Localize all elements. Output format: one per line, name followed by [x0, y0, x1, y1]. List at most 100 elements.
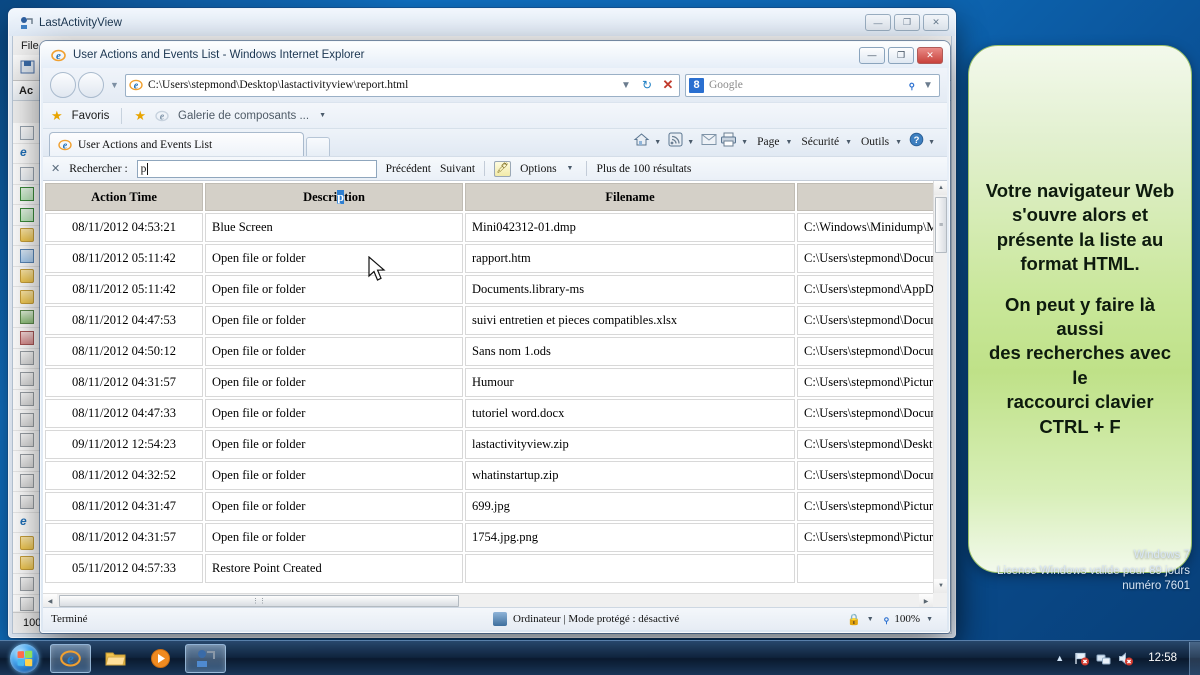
find-options-button[interactable]: Options	[520, 163, 556, 175]
action-center-flag-warning-icon[interactable]	[1074, 651, 1089, 666]
cell-action-time: 08/11/2012 04:31:57	[45, 523, 203, 552]
lastactivityview-titlebar[interactable]: LastActivityView — ❐ ✕	[9, 9, 955, 36]
horizontal-scrollbar[interactable]: ◀ ⋮⋮ ▶	[43, 593, 933, 607]
google-provider-icon: 8	[689, 78, 704, 93]
mail-icon[interactable]	[701, 133, 717, 151]
printer-icon[interactable]	[720, 132, 737, 152]
table-row[interactable]: 08/11/2012 04:32:52Open file or folderwh…	[45, 461, 933, 490]
cell-filename: Documents.library-ms	[465, 275, 795, 304]
table-row[interactable]: 08/11/2012 04:53:21Blue ScreenMini042312…	[45, 213, 933, 242]
search-icon[interactable]: ⌕	[903, 77, 919, 93]
gallery-chevron-down-icon[interactable]: ▼	[318, 112, 330, 119]
security-zone[interactable]: Ordinateur | Mode protégé : désactivé	[343, 612, 847, 626]
tools-chevron-down-icon[interactable]: ▼	[894, 139, 906, 146]
scroll-left-button[interactable]: ◀	[43, 594, 57, 607]
taskbar-clock[interactable]: 12:58	[1140, 652, 1185, 665]
ie-titlebar[interactable]: e User Actions and Events List - Windows…	[41, 42, 949, 68]
menu-item-file[interactable]: File	[21, 40, 39, 52]
internet-explorer-window[interactable]: e User Actions and Events List - Windows…	[40, 41, 950, 633]
ie-close-button[interactable]: ✕	[917, 47, 943, 64]
taskbar-item-windows-media-player[interactable]	[140, 644, 181, 673]
table-row[interactable]: 08/11/2012 04:31:57Open file or folder17…	[45, 523, 933, 552]
vertical-scroll-thumb[interactable]: ≡	[935, 197, 947, 253]
back-button[interactable]	[50, 72, 76, 98]
privacy-chevron-down-icon[interactable]: ▼	[866, 616, 878, 623]
find-previous-button[interactable]: Précédent	[386, 163, 431, 175]
lav-close-button[interactable]: ✕	[923, 14, 949, 31]
search-input[interactable]: Google	[709, 79, 903, 91]
table-row[interactable]: 08/11/2012 04:50:12Open file or folderSa…	[45, 337, 933, 366]
find-results-count: Plus de 100 résultats	[596, 163, 691, 175]
zoom-level[interactable]: 100%	[894, 613, 920, 625]
column-header-path[interactable]	[797, 183, 933, 211]
refresh-icon[interactable]: ↻	[639, 78, 655, 92]
gallery-link[interactable]: Galerie de composants ...	[178, 110, 309, 122]
scroll-up-button[interactable]: ▲	[934, 181, 947, 195]
address-bar[interactable]: e C:\Users\stepmond\Desktop\lastactivity…	[125, 74, 680, 97]
column-header-action-time[interactable]: Action Time	[45, 183, 203, 211]
show-hidden-icons-button[interactable]: ▲	[1052, 651, 1067, 666]
security-menu-button[interactable]: Sécurité	[799, 136, 841, 148]
forward-button[interactable]	[78, 72, 104, 98]
lav-minimize-button[interactable]: —	[865, 14, 891, 31]
recent-pages-chevron-down-icon[interactable]: ▼	[109, 80, 120, 90]
privacy-lock-icon[interactable]: 🔒	[847, 613, 861, 626]
table-row[interactable]: 08/11/2012 05:11:42Open file or folderDo…	[45, 275, 933, 304]
column-header-filename[interactable]: Filename	[465, 183, 795, 211]
rss-chevron-down-icon[interactable]: ▼	[686, 139, 698, 146]
page-chevron-down-icon[interactable]: ▼	[784, 139, 796, 146]
show-desktop-button[interactable]	[1189, 642, 1200, 675]
find-next-button[interactable]: Suivant	[440, 163, 475, 175]
table-row[interactable]: 05/11/2012 04:57:33Restore Point Created	[45, 554, 933, 583]
save-icon[interactable]	[19, 58, 39, 78]
find-options-chevron-down-icon[interactable]: ▼	[566, 165, 578, 172]
find-input[interactable]: p	[137, 160, 377, 178]
table-row[interactable]: 09/11/2012 12:54:23Open file or folderla…	[45, 430, 933, 459]
search-chevron-down-icon[interactable]: ▼	[920, 80, 936, 91]
vertical-scrollbar[interactable]: ▲ ≡ ▼	[933, 181, 947, 593]
volume-muted-icon[interactable]	[1118, 651, 1133, 666]
zoom-chevron-down-icon[interactable]: ▼	[925, 616, 937, 623]
scroll-right-button[interactable]: ▶	[919, 594, 933, 607]
taskbar-item-lastactivityview[interactable]	[185, 644, 226, 673]
tab-user-actions-and-events-list[interactable]: e User Actions and Events List	[49, 132, 304, 156]
security-chevron-down-icon[interactable]: ▼	[844, 139, 856, 146]
taskbar-item-windows-explorer[interactable]	[95, 644, 136, 673]
table-row[interactable]: 08/11/2012 04:47:33Open file or foldertu…	[45, 399, 933, 428]
new-tab-button[interactable]	[306, 137, 330, 156]
ie-minimize-button[interactable]: —	[859, 47, 885, 64]
zoom-icon[interactable]: ⌕	[878, 611, 893, 626]
address-input[interactable]: C:\Users\stepmond\Desktop\lastactivityvi…	[148, 79, 613, 91]
table-row[interactable]: 08/11/2012 04:31:57Open file or folderHu…	[45, 368, 933, 397]
ie-maximize-button[interactable]: ❐	[888, 47, 914, 64]
close-find-bar-icon[interactable]: ✕	[51, 162, 60, 175]
stop-icon[interactable]: ✕	[660, 77, 676, 93]
scroll-down-button[interactable]: ▼	[934, 579, 947, 593]
table-row[interactable]: 08/11/2012 05:11:42Open file or folderra…	[45, 244, 933, 273]
rss-icon[interactable]	[668, 132, 683, 152]
search-box[interactable]: 8 Google ⌕ ▼	[685, 74, 940, 97]
horizontal-scroll-thumb[interactable]: ⋮⋮	[59, 595, 459, 607]
favorites-star-icon[interactable]: ★	[51, 108, 63, 124]
help-icon[interactable]: ?	[909, 132, 924, 152]
address-chevron-down-icon[interactable]: ▼	[618, 80, 634, 91]
print-chevron-down-icon[interactable]: ▼	[740, 139, 752, 146]
page-menu-button[interactable]: Page	[755, 136, 781, 148]
help-chevron-down-icon[interactable]: ▼	[927, 139, 939, 146]
lav-maximize-button[interactable]: ❐	[894, 14, 920, 31]
favorites-button-label[interactable]: Favoris	[72, 110, 110, 122]
table-row[interactable]: 08/11/2012 04:47:53Open file or foldersu…	[45, 306, 933, 335]
home-chevron-down-icon[interactable]: ▼	[653, 139, 665, 146]
internet-explorer-icon: e	[51, 48, 66, 63]
home-icon[interactable]	[633, 132, 650, 152]
highlight-all-icon[interactable]: 🖊	[494, 161, 511, 177]
callout-line-2: s'ouvre alors et	[1012, 204, 1148, 225]
tools-menu-button[interactable]: Outils	[859, 136, 891, 148]
cell-description: Open file or folder	[205, 523, 463, 552]
add-to-favorites-icon[interactable]: ★	[134, 108, 146, 124]
taskbar-item-internet-explorer[interactable]: e	[50, 644, 91, 673]
table-row[interactable]: 08/11/2012 04:31:47Open file or folder69…	[45, 492, 933, 521]
start-button[interactable]	[2, 642, 46, 675]
network-icon[interactable]	[1096, 651, 1111, 666]
column-header-description[interactable]: Description	[205, 183, 463, 211]
